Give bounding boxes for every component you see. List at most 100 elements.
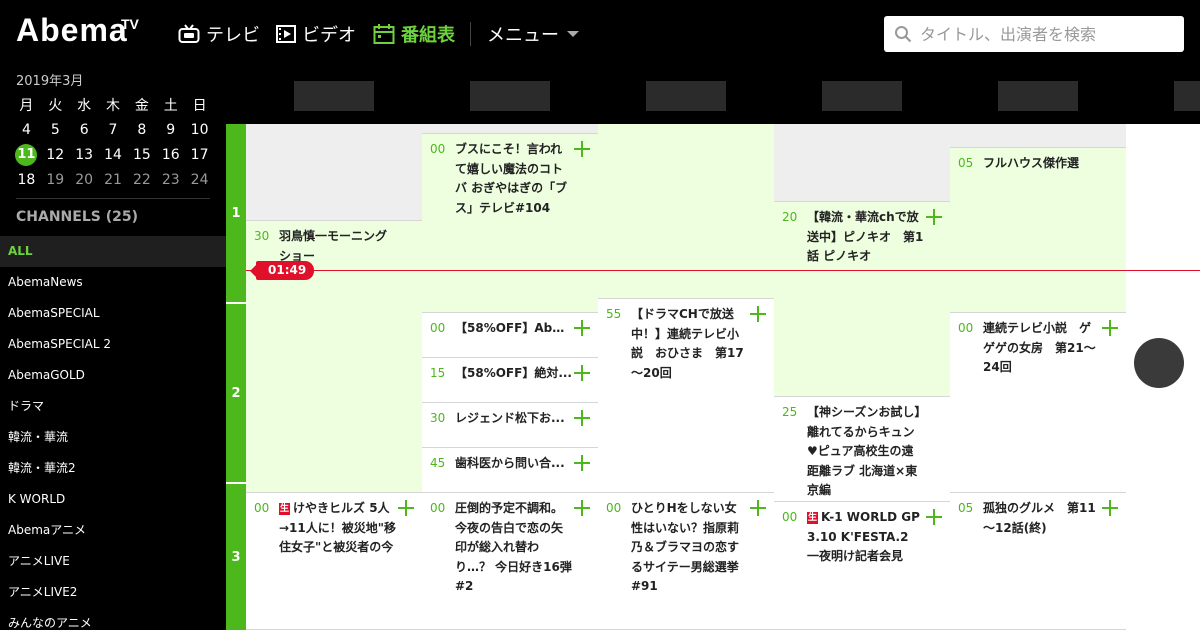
program-minute: 30 (254, 229, 270, 243)
nav-tv-label: テレビ (206, 25, 260, 46)
today-marker: 11 (15, 143, 38, 166)
add-icon[interactable] (574, 141, 590, 157)
channel-item[interactable]: Abemaアニメ (0, 515, 226, 546)
add-icon[interactable] (574, 365, 590, 381)
calendar-day[interactable]: 15 (127, 147, 156, 163)
channel-header-row (226, 68, 1200, 124)
program-cell[interactable]: 25 【神シーズンお試し】離れてるからキュン♥ピュア高校生の遠距離ラブ 北海道×… (774, 397, 950, 502)
channel-item[interactable]: 韓流・華流2 (0, 453, 226, 484)
channel-item-all[interactable]: ALL (0, 236, 226, 267)
channel-item[interactable]: AbemaNews (0, 267, 226, 298)
weekday-label: 土 (163, 97, 178, 114)
sidebar-divider (16, 198, 210, 199)
program-minute: 05 (958, 156, 974, 170)
program-cell[interactable]: 20 【韓流・華流chで放送中】ピノキオ 第1話 ピノキオ (774, 202, 950, 397)
channel-item[interactable]: AbemaSPECIAL 2 (0, 329, 226, 360)
program-cell[interactable]: 00 圧倒的予定不調和。今夜の告白で恋の矢印が総入れ替わり…？ 今日好き16弾 … (422, 493, 598, 630)
channel-item[interactable]: アニメLIVE (0, 546, 226, 577)
channel-column: 20 【韓流・華流chで放送中】ピノキオ 第1話 ピノキオ 25 【神シーズンお… (774, 124, 950, 630)
calendar-day[interactable]: 7 (99, 122, 128, 138)
add-icon[interactable] (1102, 500, 1118, 516)
add-icon[interactable] (926, 209, 942, 225)
channel-item[interactable]: 韓流・華流 (0, 422, 226, 453)
channel-logo[interactable] (294, 81, 374, 111)
add-icon[interactable] (750, 500, 766, 516)
calendar-day: 20 (75, 171, 94, 188)
program-cell[interactable]: 30 レジェンド松下お... (422, 403, 598, 448)
program-minute: 25 (782, 405, 798, 419)
program-cell[interactable] (774, 124, 950, 202)
program-cell[interactable]: 00 連続テレビ小説 ゲゲゲの女房 第21～24回 (950, 313, 1126, 493)
nav-guide-label: 番組表 (401, 25, 455, 46)
calendar-day[interactable]: 18 (12, 172, 41, 188)
program-cell[interactable]: 00 生けやきヒルズ 5人→11人に！被災地"移住女子"と被災者の今 (246, 493, 422, 630)
calendar-day[interactable]: 6 (70, 122, 99, 138)
program-cell[interactable]: 00 【58%OFF】Abe... (422, 313, 598, 358)
program-cell[interactable] (422, 124, 598, 134)
program-cell[interactable]: 05 フルハウス傑作選 (950, 148, 1126, 313)
program-cell[interactable]: 00 ひとりHをしない女性はいない？指原莉乃＆ブラマヨの恋するサイテー男総選挙#… (598, 493, 774, 630)
calendar-day[interactable]: 9 (156, 122, 185, 138)
program-cell[interactable]: 00 ブスにこそ！言われて嬉しい魔法のコトバ おぎやはぎの「ブス」テレビ#104 (422, 134, 598, 313)
add-icon[interactable] (1102, 320, 1118, 336)
calendar-day[interactable]: 14 (99, 147, 128, 163)
nav-menu[interactable]: メニュー (487, 20, 579, 48)
channel-logo[interactable] (822, 81, 902, 111)
calendar-day[interactable]: 5 (41, 122, 70, 138)
abema-logo[interactable]: Abema (16, 12, 128, 49)
channel-item[interactable]: K WORLD (0, 484, 226, 515)
add-icon[interactable] (574, 455, 590, 471)
add-icon[interactable] (574, 320, 590, 336)
program-cell[interactable]: 15 【58%OFF】絶対... (422, 358, 598, 403)
channel-logo[interactable] (470, 81, 550, 111)
weekday-label: 月 (19, 97, 34, 114)
calendar-day[interactable]: 4 (12, 122, 41, 138)
program-cell[interactable]: 05 孤独のグルメ 第11～12話(終) (950, 493, 1126, 630)
channel-item[interactable]: アニメLIVE2 (0, 577, 226, 608)
add-icon[interactable] (398, 500, 414, 516)
search-input[interactable] (920, 24, 1180, 44)
channel-item[interactable]: AbemaGOLD (0, 360, 226, 391)
add-icon[interactable] (574, 410, 590, 426)
add-icon[interactable] (926, 509, 942, 525)
abema-logo-tv[interactable]: TV (121, 16, 139, 32)
program-cell[interactable] (246, 124, 422, 221)
nav-guide[interactable]: 番組表 (373, 20, 455, 48)
channel-logo[interactable] (998, 81, 1078, 111)
calendar-day[interactable]: 16 (156, 147, 185, 163)
program-cell[interactable] (950, 124, 1126, 148)
channel-item[interactable]: ドラマ (0, 391, 226, 422)
search-icon (895, 26, 912, 43)
add-icon[interactable] (574, 500, 590, 516)
calendar-day[interactable]: 17 (185, 147, 214, 163)
chevron-down-icon (567, 31, 579, 37)
program-title: ブスにこそ！言われて嬉しい魔法のコトバ おぎやはぎの「ブス」テレビ#104 (455, 142, 568, 215)
calendar-day-today[interactable]: 11 (12, 143, 41, 166)
nav-video[interactable]: ビデオ (276, 20, 356, 48)
channel-column: 55 【ドラマCHで放送中！】連続テレビ小説 おひさま 第17～20回 00 ひ… (598, 124, 774, 630)
calendar-day[interactable]: 12 (41, 147, 70, 163)
program-cell[interactable] (598, 124, 774, 299)
program-title: レジェンド松下お... (455, 411, 565, 425)
program-title: 孤独のグルメ 第11～12話(終) (983, 501, 1096, 535)
program-minute: 00 (430, 321, 446, 335)
calendar-day[interactable]: 10 (185, 122, 214, 138)
channel-logo[interactable] (1174, 81, 1200, 111)
add-icon[interactable] (750, 306, 766, 322)
search-box[interactable] (884, 16, 1184, 52)
scroll-right-button[interactable] (1134, 338, 1184, 388)
calendar-day[interactable]: 13 (70, 147, 99, 163)
channel-item[interactable]: AbemaSPECIAL (0, 298, 226, 329)
channel-logo[interactable] (646, 81, 726, 111)
program-minute: 55 (606, 307, 622, 321)
calendar-day[interactable]: 8 (127, 122, 156, 138)
program-cell[interactable]: 45 歯科医から問い合... (422, 448, 598, 493)
program-cell[interactable]: 55 【ドラマCHで放送中！】連続テレビ小説 おひさま 第17～20回 (598, 299, 774, 493)
channel-item[interactable]: みんなのアニメ (0, 608, 226, 630)
program-title: K-1 WORLD GP 3.10 K'FESTA.2 一夜明け記者会見 (807, 510, 920, 563)
program-cell[interactable]: 00 生 K-1 WORLD GP 3.10 K'FESTA.2 一夜明け記者会見 (774, 502, 950, 630)
sidebar: 2019年3月 月 火 水 木 金 土 日 4 5 6 7 8 9 10 11 … (0, 68, 226, 630)
live-badge: 生 (807, 512, 819, 524)
hour-label: 2 (226, 304, 246, 482)
nav-tv[interactable]: テレビ (178, 20, 260, 48)
